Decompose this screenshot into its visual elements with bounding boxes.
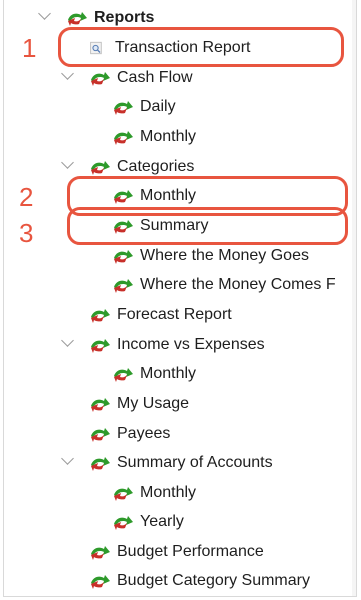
report-arrows-icon (114, 131, 133, 145)
tree-item-label: Where the Money Comes F (140, 276, 336, 293)
tree-item-label: Categories (117, 158, 195, 175)
tree-item-budget-category-summary[interactable]: Budget Category Summary (89, 566, 310, 596)
tree-item-label: Daily (140, 98, 176, 115)
tree-item-accounts-yearly[interactable]: Yearly (112, 507, 184, 537)
callout-highlight-transaction-report (58, 27, 344, 67)
report-arrows-icon (91, 72, 110, 86)
tree-item-cash-flow-monthly[interactable]: Monthly (112, 122, 196, 152)
callout-number-3: 3 (19, 218, 34, 248)
report-arrows-icon (114, 487, 133, 501)
tree-item-label: Monthly (140, 365, 197, 382)
tree-item-label: Budget Performance (117, 543, 264, 560)
tree-item-income-monthly[interactable]: Monthly (112, 359, 196, 389)
callout-highlight-categories-summary (67, 207, 348, 245)
tree-item-label: Monthly (140, 128, 197, 145)
tree-item-label: Budget Category Summary (117, 572, 310, 589)
tree-item-where-money-comes[interactable]: Where the Money Comes F (112, 270, 336, 300)
tree-item-where-money-goes[interactable]: Where the Money Goes (112, 241, 309, 271)
tree-item-label: Forecast Report (117, 306, 232, 323)
tree-item-accounts-monthly[interactable]: Monthly (112, 478, 196, 508)
tree-item-label: Payees (117, 425, 171, 442)
report-arrows-icon (114, 516, 133, 530)
report-arrows-icon (91, 575, 110, 589)
report-arrows-icon (91, 161, 110, 175)
report-arrows-icon (91, 546, 110, 560)
disclosure-chevron-down-icon[interactable] (61, 452, 74, 465)
tree-item-label: Yearly (140, 513, 184, 530)
report-arrows-icon (91, 398, 110, 412)
disclosure-chevron-down-icon[interactable] (61, 334, 74, 347)
tree-item-forecast-report[interactable]: Forecast Report (89, 300, 232, 330)
tree-item-label: Reports (94, 9, 155, 26)
report-arrows-icon (114, 279, 133, 293)
report-arrows-icon (91, 339, 110, 353)
callout-number-2: 2 (19, 182, 34, 212)
tree-item-my-usage[interactable]: My Usage (89, 389, 189, 419)
report-arrows-icon (114, 368, 133, 382)
sidebar-resize-edge[interactable] (352, 0, 356, 596)
tree-item-budget-performance[interactable]: Budget Performance (89, 537, 264, 567)
report-arrows-icon (68, 12, 87, 26)
callout-number-1: 1 (22, 33, 37, 63)
tree-item-label: Cash Flow (117, 69, 193, 86)
tree-item-payees[interactable]: Payees (89, 419, 170, 449)
disclosure-chevron-down-icon[interactable] (61, 67, 74, 80)
disclosure-chevron-down-icon[interactable] (38, 7, 51, 20)
report-arrows-icon (114, 101, 133, 115)
report-arrows-icon (114, 250, 133, 264)
tree-item-summary-of-accounts[interactable]: Summary of Accounts (89, 448, 273, 478)
tree-item-label: Summary of Accounts (117, 454, 273, 471)
tree-item-cash-flow-daily[interactable]: Daily (112, 92, 176, 122)
report-arrows-icon (91, 309, 110, 323)
tree-item-label: Monthly (140, 484, 197, 501)
tree-item-label: Where the Money Goes (140, 247, 309, 264)
tree-item-label: My Usage (117, 395, 190, 412)
disclosure-chevron-down-icon[interactable] (61, 156, 74, 169)
report-arrows-icon (91, 457, 110, 471)
report-arrows-icon (91, 428, 110, 442)
tree-item-label: Income vs Expenses (117, 336, 265, 353)
tree-item-income-vs-expenses[interactable]: Income vs Expenses (89, 330, 265, 360)
tree-item-cash-flow[interactable]: Cash Flow (89, 63, 193, 93)
reports-sidebar: Reports Transaction Report Cash Flow Dai… (3, 0, 357, 597)
